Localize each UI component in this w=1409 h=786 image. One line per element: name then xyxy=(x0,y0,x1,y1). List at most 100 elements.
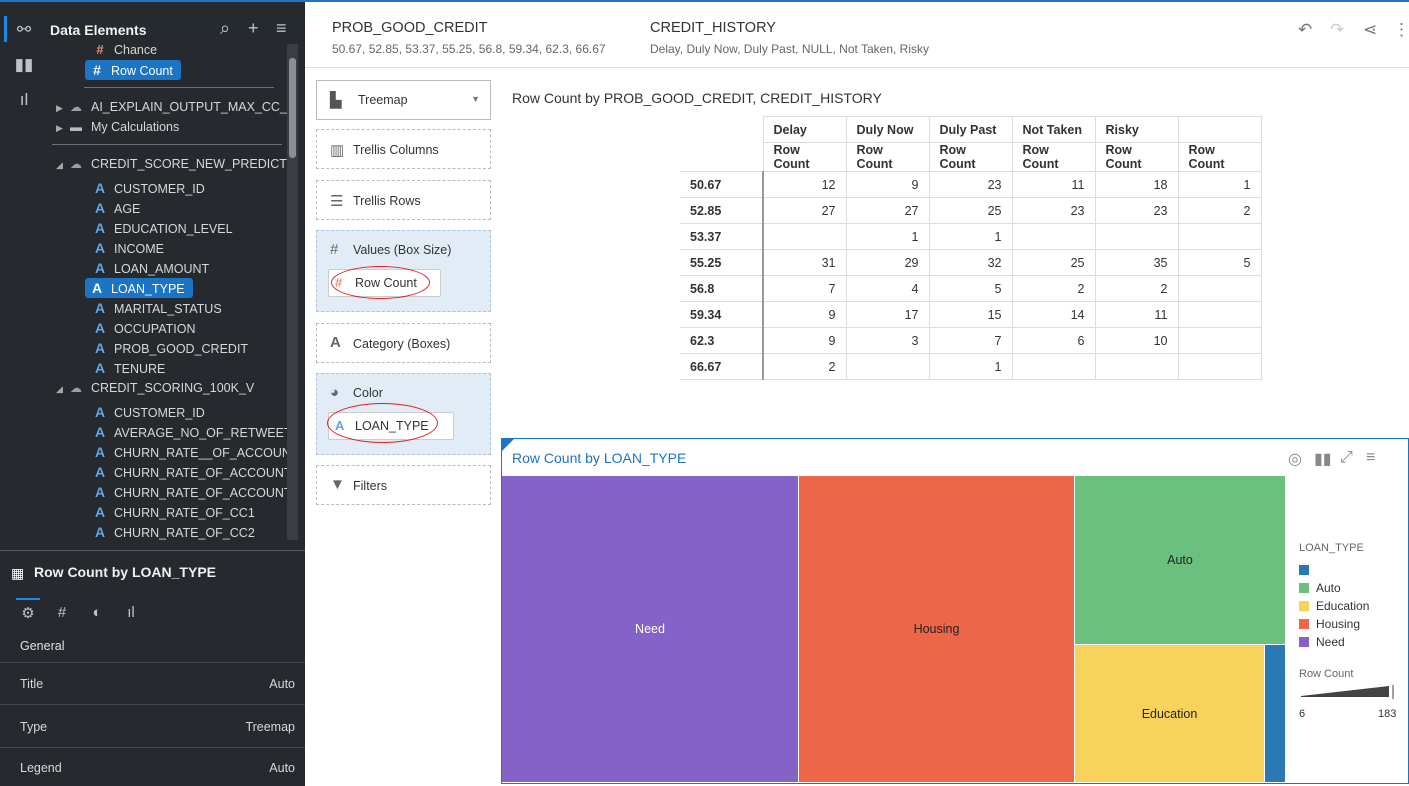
menu-icon[interactable]: ≡ xyxy=(1366,449,1375,467)
drop-zone-category[interactable]: A Category (Boxes) xyxy=(316,323,491,363)
pivot-column-header[interactable]: Duly Past xyxy=(928,116,1013,143)
pivot-column-header[interactable]: Delay xyxy=(762,116,847,143)
tree-item-chance[interactable]: # Chance xyxy=(92,40,157,60)
tile-auto[interactable]: Auto xyxy=(1075,476,1286,645)
pivot-cell[interactable]: 11 xyxy=(1011,171,1096,198)
pivot-cell[interactable]: 5 xyxy=(1177,249,1262,276)
target-icon[interactable]: ◎ xyxy=(1288,449,1302,469)
pivot-cell[interactable] xyxy=(762,223,847,250)
pivot-cell[interactable]: 15 xyxy=(928,301,1013,328)
treemap-visualization[interactable]: Row Count by LOAN_TYPE ◎ ▮▮ ⤢ ≡ Need Hou… xyxy=(501,438,1409,784)
pivot-cell[interactable] xyxy=(1094,353,1179,380)
pivot-cell[interactable] xyxy=(845,353,930,380)
expand-caret-icon[interactable]: ▶ xyxy=(56,118,66,138)
pivot-cell[interactable] xyxy=(1011,353,1096,380)
pivot-cell[interactable]: 1 xyxy=(928,353,1013,380)
pivot-cell[interactable]: 7 xyxy=(928,327,1013,354)
analytics-tab-icon[interactable]: ıl xyxy=(121,604,141,621)
pivot-cell[interactable]: 10 xyxy=(1094,327,1179,354)
scrollbar-thumb[interactable] xyxy=(289,58,296,158)
tree-scrollbar[interactable] xyxy=(287,44,298,540)
pivot-cell[interactable] xyxy=(1177,327,1262,354)
pivot-column-header[interactable]: Duly Now xyxy=(845,116,930,143)
pivot-row-header[interactable]: 62.3 xyxy=(680,327,764,354)
redo-icon[interactable]: ↷ xyxy=(1330,20,1344,40)
tree-item-loan-type[interactable]: A LOAN_TYPE xyxy=(85,278,193,298)
pivot-cell[interactable]: 14 xyxy=(1011,301,1096,328)
filter-prob-good-credit[interactable]: PROB_GOOD_CREDIT xyxy=(332,20,488,36)
tree-item-column[interactable]: A CHURN_RATE_OF_CC1 xyxy=(92,502,255,522)
tile-need[interactable]: Need xyxy=(502,476,799,783)
pivot-cell[interactable]: 23 xyxy=(1094,197,1179,224)
undo-icon[interactable]: ↶ xyxy=(1298,20,1312,40)
drop-zone-filters[interactable]: ▼ Filters xyxy=(316,465,491,505)
pivot-cell[interactable]: 4 xyxy=(845,275,930,302)
pivot-cell[interactable]: 9 xyxy=(845,171,930,198)
tree-item-column[interactable]: A CHURN_RATE_OF_CC2 xyxy=(92,522,255,540)
values-number-icon[interactable]: # xyxy=(52,604,72,621)
pivot-cell[interactable]: 9 xyxy=(762,327,847,354)
legend-item[interactable]: Housing xyxy=(1299,616,1360,632)
pivot-column-header[interactable]: Risky xyxy=(1094,116,1179,143)
pivot-cell[interactable]: 7 xyxy=(762,275,847,302)
collapse-caret-icon[interactable]: ◢ xyxy=(56,379,66,399)
tree-item-column[interactable]: A OCCUPATION xyxy=(92,318,196,338)
collapse-caret-icon[interactable]: ◢ xyxy=(56,155,66,175)
menu-icon[interactable]: ≡ xyxy=(276,18,287,39)
pivot-column-header[interactable]: Not Taken xyxy=(1011,116,1096,143)
general-settings-icon[interactable]: ⚙ xyxy=(18,604,38,622)
pivot-cell[interactable]: 23 xyxy=(928,171,1013,198)
pivot-cell[interactable]: 2 xyxy=(1094,275,1179,302)
tree-item-column[interactable]: A CUSTOMER_ID xyxy=(92,178,205,198)
pivot-row-header[interactable]: 66.67 xyxy=(680,353,764,380)
expand-caret-icon[interactable]: ▶ xyxy=(56,98,66,118)
pivot-cell[interactable]: 23 xyxy=(1011,197,1096,224)
tree-item-column[interactable]: A AGE xyxy=(92,198,140,218)
pivot-cell[interactable]: 9 xyxy=(762,301,847,328)
pivot-cell[interactable]: 2 xyxy=(1011,275,1096,302)
pivot-column-header[interactable] xyxy=(1177,116,1262,143)
pivot-row-header[interactable]: 55.25 xyxy=(680,249,764,276)
drop-zone-trellis-columns[interactable]: ▥ Trellis Columns xyxy=(316,129,491,169)
data-elements-icon[interactable]: ⚯ xyxy=(14,20,34,40)
pivot-cell[interactable]: 1 xyxy=(1177,171,1262,198)
pivot-row-header[interactable]: 52.85 xyxy=(680,197,764,224)
tree-item-column[interactable]: A EDUCATION_LEVEL xyxy=(92,218,233,238)
pivot-cell[interactable] xyxy=(1011,223,1096,250)
color-palette-icon[interactable]: ◐ xyxy=(87,604,107,621)
pivot-cell[interactable] xyxy=(1094,223,1179,250)
tree-item-column[interactable]: A MARITAL_STATUS xyxy=(92,298,222,318)
search-icon[interactable]: ⌕ xyxy=(220,18,230,39)
pivot-cell[interactable]: 18 xyxy=(1094,171,1179,198)
pivot-cell[interactable]: 5 xyxy=(928,275,1013,302)
share-icon[interactable]: ⋖ xyxy=(1363,20,1377,40)
pivot-cell[interactable]: 12 xyxy=(762,171,847,198)
tree-item-column[interactable]: A TENURE xyxy=(92,358,165,378)
viz-type-selector[interactable]: ▙ Treemap ▼ xyxy=(316,80,491,120)
pivot-cell[interactable]: 3 xyxy=(845,327,930,354)
prop-row-type[interactable]: Type Treemap xyxy=(0,706,305,748)
tree-item-column[interactable]: A AVERAGE_NO_OF_RETWEETS xyxy=(92,422,287,442)
pivot-cell[interactable]: 1 xyxy=(928,223,1013,250)
analytics-icon[interactable]: ıl xyxy=(14,90,34,110)
add-icon[interactable]: + xyxy=(248,18,259,39)
filter-values[interactable]: 50.67, 52.85, 53.37, 55.25, 56.8, 59.34,… xyxy=(332,42,606,56)
tree-item-column[interactable]: A CHURN_RATE_OF_ACCOUNT xyxy=(92,462,287,482)
tile-education[interactable]: Education xyxy=(1075,645,1265,783)
pivot-cell[interactable]: 27 xyxy=(762,197,847,224)
tree-item-column[interactable]: A LOAN_AMOUNT xyxy=(92,258,209,278)
visualizations-icon[interactable]: ▮▮ xyxy=(14,55,34,75)
tile-null[interactable] xyxy=(1265,645,1286,783)
more-options-icon[interactable]: ⋮ xyxy=(1393,20,1409,40)
tree-item-column[interactable]: A CUSTOMER_ID xyxy=(92,402,205,422)
legend-item[interactable]: Education xyxy=(1299,598,1369,614)
pivot-cell[interactable]: 35 xyxy=(1094,249,1179,276)
filter-values[interactable]: Delay, Duly Now, Duly Past, NULL, Not Ta… xyxy=(650,42,929,56)
pivot-cell[interactable]: 27 xyxy=(845,197,930,224)
tree-item-ai-explain[interactable]: ▶ ☁ AI_EXPLAIN_OUTPUT_MAX_CC_ xyxy=(56,97,287,117)
pivot-cell[interactable]: 2 xyxy=(762,353,847,380)
pivot-row-header[interactable]: 53.37 xyxy=(680,223,764,250)
pivot-row-header[interactable]: 59.34 xyxy=(680,301,764,328)
filter-credit-history[interactable]: CREDIT_HISTORY xyxy=(650,20,776,36)
chart-type-icon[interactable]: ▮▮ xyxy=(1314,449,1332,469)
